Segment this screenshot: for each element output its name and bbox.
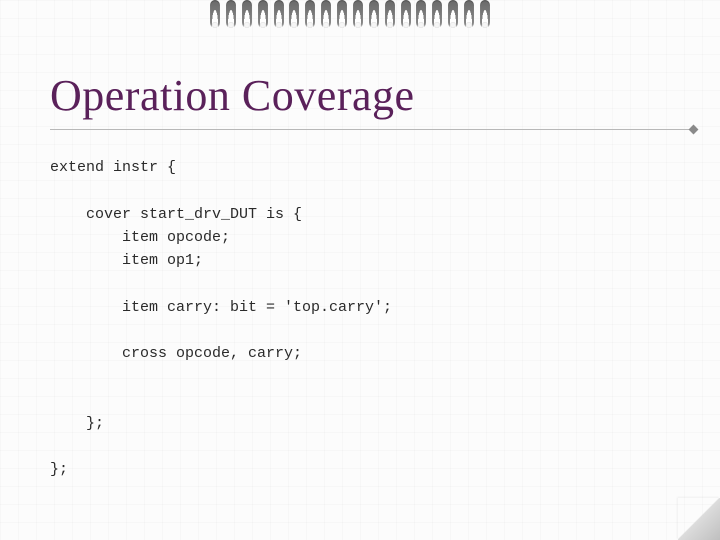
code-line: }; [50,461,68,478]
slide-page: Operation Coverage extend instr { cover … [20,30,700,520]
spiral-ring [464,0,474,28]
spiral-ring [210,0,220,28]
spiral-ring [226,0,236,28]
spiral-ring [258,0,268,28]
spiral-ring [385,0,395,28]
code-line: item carry: bit = 'top.carry'; [50,299,392,316]
spiral-ring [274,0,284,28]
spiral-ring [401,0,411,28]
spiral-ring [353,0,363,28]
code-line: }; [50,415,104,432]
code-line: cross opcode, carry; [50,345,302,362]
spiral-ring [337,0,347,28]
page-fold-corner [678,498,720,540]
code-line: extend instr { [50,159,176,176]
page-title: Operation Coverage [50,70,700,121]
code-line: item opcode; [50,229,230,246]
spiral-ring [432,0,442,28]
spiral-ring [369,0,379,28]
spiral-ring [242,0,252,28]
code-line: cover start_drv_DUT is { [50,206,302,223]
spiral-binding [210,0,490,32]
spiral-ring [305,0,315,28]
spiral-ring [416,0,426,28]
spiral-ring [448,0,458,28]
spiral-ring [480,0,490,28]
spiral-ring [289,0,299,28]
code-line: item op1; [50,252,203,269]
spiral-ring [321,0,331,28]
code-block: extend instr { cover start_drv_DUT is { … [50,156,700,482]
title-underline [50,129,694,130]
